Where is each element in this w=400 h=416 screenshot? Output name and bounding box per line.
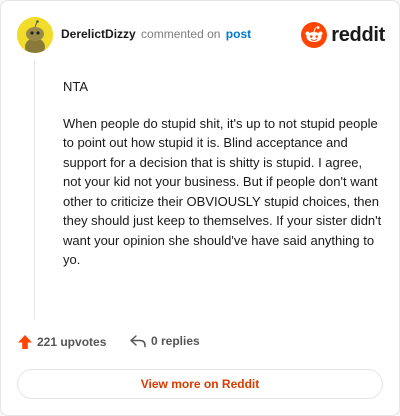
username-link[interactable]: DerelictDizzy	[61, 27, 136, 41]
reply-button[interactable]: 0 replies	[129, 334, 200, 348]
reddit-wordmark: reddit	[331, 23, 385, 46]
upvote-button[interactable]: 221 upvotes	[17, 334, 106, 350]
comment-paragraph: NTA	[63, 79, 89, 94]
view-more-button[interactable]: View more on Reddit	[17, 369, 383, 399]
upvote-count: 221 upvotes	[37, 335, 107, 349]
comment-byline: DerelictDizzy commented on post	[61, 27, 251, 41]
thread-line	[34, 61, 35, 319]
comment-header: DerelictDizzy commented on post reddit	[17, 15, 385, 55]
reply-count: 0 replies	[151, 334, 200, 348]
post-link[interactable]: post	[226, 27, 251, 41]
comment-body: NTA When people do stupid shit, it's up …	[63, 77, 383, 287]
reply-arrow-icon	[130, 335, 146, 348]
upvote-arrow-icon	[18, 335, 32, 349]
byline-action-text: commented on	[141, 27, 221, 41]
user-avatar[interactable]	[17, 17, 53, 53]
reddit-logo[interactable]: reddit	[301, 21, 385, 49]
reddit-snoo-icon	[301, 22, 328, 48]
comment-paragraph: When people do stupid shit, it's up to n…	[63, 115, 382, 268]
snoo-avatar-icon	[17, 17, 53, 53]
reddit-comment-card: DerelictDizzy commented on post reddit N…	[0, 0, 400, 416]
